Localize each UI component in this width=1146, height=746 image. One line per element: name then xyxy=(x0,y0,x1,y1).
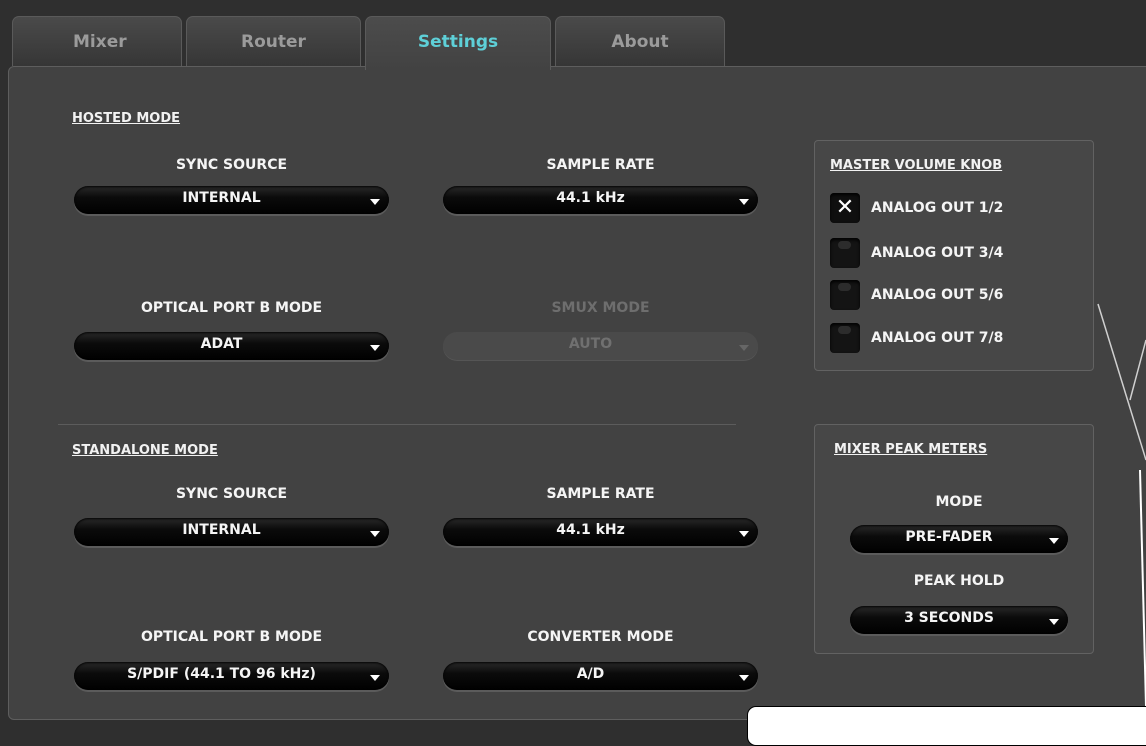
analog-out-1-2-checkbox[interactable]: ✕ xyxy=(830,193,860,223)
caret-down-icon xyxy=(1049,538,1059,544)
hosted-smux-dropdown: AUTO xyxy=(443,332,758,360)
standalone-sample-rate-value: 44.1 kHz xyxy=(556,522,625,538)
caret-down-icon xyxy=(739,531,749,537)
standalone-sync-source-dropdown[interactable]: INTERNAL xyxy=(74,518,389,546)
tab-router[interactable]: Router xyxy=(186,16,361,66)
master-volume-title: MASTER VOLUME KNOB xyxy=(830,158,1003,173)
peak-hold-value: 3 SECONDS xyxy=(904,610,994,626)
caret-down-icon xyxy=(739,675,749,681)
caret-down-icon xyxy=(370,345,380,351)
analog-out-3-4-row: ANALOG OUT 3/4 xyxy=(830,238,1003,268)
peak-hold-label: PEAK HOLD xyxy=(913,573,1005,589)
caret-down-icon xyxy=(739,199,749,205)
hosted-sample-rate-label: SAMPLE RATE xyxy=(546,157,655,173)
standalone-converter-value: A/D xyxy=(576,666,605,682)
peak-mode-value: PRE-FADER xyxy=(905,529,993,545)
section-divider xyxy=(58,424,736,425)
tab-about[interactable]: About xyxy=(555,16,725,66)
analog-out-7-8-checkbox[interactable] xyxy=(830,323,860,353)
checkbox-highlight xyxy=(838,326,851,334)
standalone-sample-rate-label: SAMPLE RATE xyxy=(546,486,655,502)
hosted-optical-b-value: ADAT xyxy=(200,336,243,352)
standalone-sample-rate-dropdown[interactable]: 44.1 kHz xyxy=(443,518,758,546)
analog-out-1-2-row: ✕ ANALOG OUT 1/2 xyxy=(830,193,1003,223)
peak-hold-dropdown[interactable]: 3 SECONDS xyxy=(850,606,1068,634)
standalone-sync-source-label: SYNC SOURCE xyxy=(175,486,288,502)
caret-down-icon xyxy=(739,345,749,351)
checkbox-highlight xyxy=(838,241,851,249)
tab-mixer[interactable]: Mixer xyxy=(12,16,182,66)
standalone-sync-source-value: INTERNAL xyxy=(182,522,261,538)
standalone-converter-label: CONVERTER MODE xyxy=(527,629,674,645)
caret-down-icon xyxy=(370,199,380,205)
callout-pointer xyxy=(1097,303,1146,706)
tooltip-callout xyxy=(747,706,1146,746)
peak-mode-dropdown[interactable]: PRE-FADER xyxy=(850,525,1068,553)
x-mark-icon: ✕ xyxy=(835,195,855,220)
analog-out-7-8-label: ANALOG OUT 7/8 xyxy=(871,330,1004,346)
hosted-sample-rate-dropdown[interactable]: 44.1 kHz xyxy=(443,186,758,214)
analog-out-1-2-label: ANALOG OUT 1/2 xyxy=(871,200,1004,216)
standalone-mode-title: STANDALONE MODE xyxy=(72,443,218,458)
analog-out-3-4-checkbox[interactable] xyxy=(830,238,860,268)
tab-settings[interactable]: Settings xyxy=(365,16,551,70)
hosted-optical-b-label: OPTICAL PORT B MODE xyxy=(140,300,323,316)
analog-out-5-6-row: ANALOG OUT 5/6 xyxy=(830,280,1003,310)
analog-out-3-4-label: ANALOG OUT 3/4 xyxy=(871,245,1004,261)
tab-settings-label: Settings xyxy=(417,32,499,52)
caret-down-icon xyxy=(1049,619,1059,625)
standalone-optical-b-label: OPTICAL PORT B MODE xyxy=(140,629,323,645)
hosted-sync-source-label: SYNC SOURCE xyxy=(175,157,288,173)
analog-out-5-6-checkbox[interactable] xyxy=(830,280,860,310)
analog-out-7-8-row: ANALOG OUT 7/8 xyxy=(830,323,1003,353)
tab-about-label: About xyxy=(611,32,669,52)
checkbox-highlight xyxy=(838,283,851,291)
hosted-mode-title: HOSTED MODE xyxy=(72,111,181,126)
hosted-smux-label: SMUX MODE xyxy=(551,300,650,316)
caret-down-icon xyxy=(370,675,380,681)
hosted-sync-source-dropdown[interactable]: INTERNAL xyxy=(74,186,389,214)
standalone-optical-b-value: S/PDIF (44.1 TO 96 kHz) xyxy=(127,666,316,682)
peak-meters-title: MIXER PEAK METERS xyxy=(834,442,988,457)
hosted-smux-value: AUTO xyxy=(568,336,613,352)
tab-mixer-label: Mixer xyxy=(73,32,127,52)
analog-out-5-6-label: ANALOG OUT 5/6 xyxy=(871,287,1004,303)
peak-mode-label: MODE xyxy=(935,494,983,510)
hosted-optical-b-dropdown[interactable]: ADAT xyxy=(74,332,389,360)
caret-down-icon xyxy=(370,531,380,537)
tab-router-label: Router xyxy=(241,32,306,52)
standalone-converter-dropdown[interactable]: A/D xyxy=(443,662,758,690)
hosted-sample-rate-value: 44.1 kHz xyxy=(556,190,625,206)
hosted-sync-source-value: INTERNAL xyxy=(182,190,261,206)
standalone-optical-b-dropdown[interactable]: S/PDIF (44.1 TO 96 kHz) xyxy=(74,662,389,690)
